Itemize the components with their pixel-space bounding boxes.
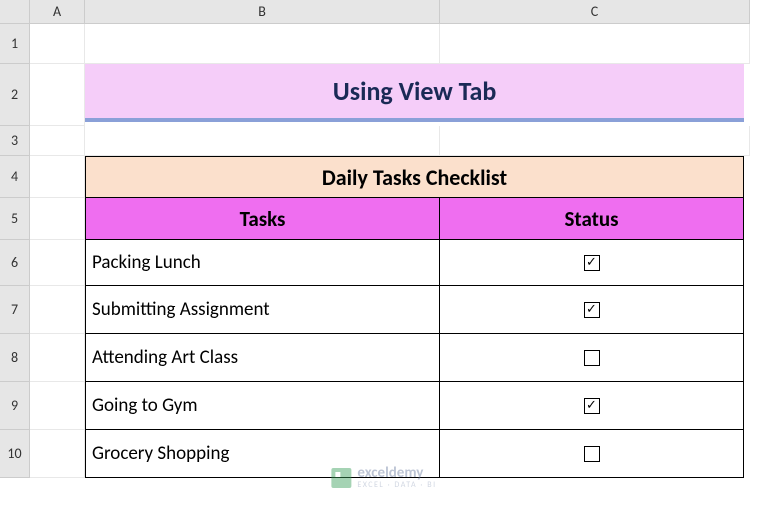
row-header-4[interactable]: 4 xyxy=(0,156,30,198)
col-header-C[interactable]: C xyxy=(440,0,750,24)
cell-A8[interactable] xyxy=(30,334,85,382)
cell-A4[interactable] xyxy=(30,156,85,198)
row-header-8[interactable]: 8 xyxy=(0,334,30,382)
row-header-6[interactable]: 6 xyxy=(0,240,30,286)
cell-A5[interactable] xyxy=(30,198,85,240)
cell-B3[interactable] xyxy=(85,126,440,156)
task-status[interactable]: ✓ xyxy=(440,286,744,334)
cell-A3[interactable] xyxy=(30,126,85,156)
task-name[interactable]: Attending Art Class xyxy=(85,334,440,382)
task-name[interactable]: Submitting Assignment xyxy=(85,286,440,334)
cell-A10[interactable] xyxy=(30,430,85,478)
cell-A1[interactable] xyxy=(30,24,85,64)
row-header-1[interactable]: 1 xyxy=(0,24,30,64)
row-header-7[interactable]: 7 xyxy=(0,286,30,334)
column-header-status: Status xyxy=(440,198,744,240)
cell-A7[interactable] xyxy=(30,286,85,334)
row-header-10[interactable]: 10 xyxy=(0,430,30,478)
cell-A6[interactable] xyxy=(30,240,85,286)
checkbox-icon[interactable]: ✓ xyxy=(584,255,600,271)
task-name[interactable]: Packing Lunch xyxy=(85,240,440,286)
row-header-5[interactable]: 5 xyxy=(0,198,30,240)
col-header-A[interactable]: A xyxy=(30,0,85,24)
section-header: Daily Tasks Checklist xyxy=(85,156,744,198)
checkbox-icon[interactable] xyxy=(584,350,600,366)
page-title: Using View Tab xyxy=(85,64,744,122)
task-status[interactable]: ✓ xyxy=(440,382,744,430)
task-status[interactable] xyxy=(440,334,744,382)
task-name[interactable]: Going to Gym xyxy=(85,382,440,430)
checkbox-icon[interactable]: ✓ xyxy=(584,398,600,414)
spreadsheet-grid: A B C 1 2 Using View Tab 3 4 Daily Tasks… xyxy=(0,0,768,527)
select-all-corner[interactable] xyxy=(0,0,30,24)
column-header-tasks: Tasks xyxy=(85,198,440,240)
cell-C1[interactable] xyxy=(440,24,750,64)
checkbox-icon[interactable] xyxy=(584,446,600,462)
cell-B1[interactable] xyxy=(85,24,440,64)
task-status[interactable]: ✓ xyxy=(440,240,744,286)
task-status[interactable] xyxy=(440,430,744,478)
row-header-3[interactable]: 3 xyxy=(0,126,30,156)
task-name[interactable]: Grocery Shopping xyxy=(85,430,440,478)
row-header-2[interactable]: 2 xyxy=(0,64,30,126)
cell-A2[interactable] xyxy=(30,64,85,126)
cell-C3[interactable] xyxy=(440,126,750,156)
col-header-B[interactable]: B xyxy=(85,0,440,24)
row-header-9[interactable]: 9 xyxy=(0,382,30,430)
cell-A9[interactable] xyxy=(30,382,85,430)
checkbox-icon[interactable]: ✓ xyxy=(584,302,600,318)
